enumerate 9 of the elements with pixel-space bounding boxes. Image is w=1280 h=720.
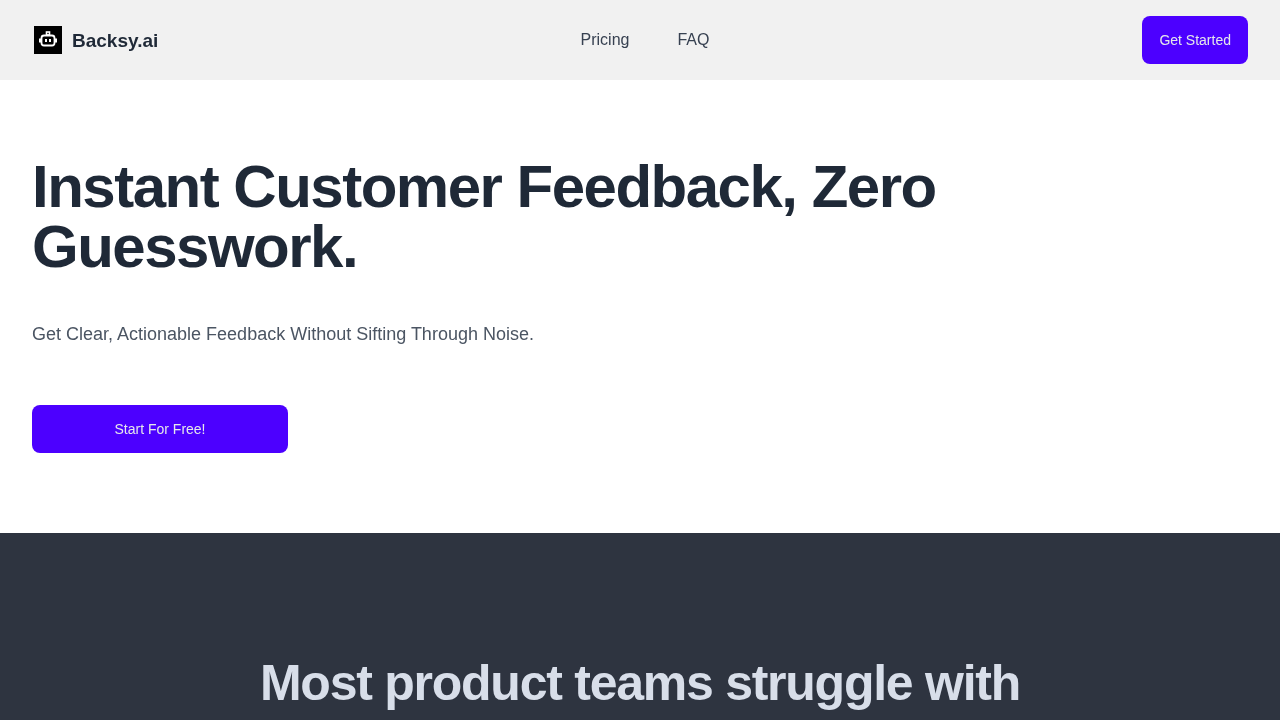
hero-subtitle: Get Clear, Actionable Feedback Without Sifting Through Noise. [32, 323, 535, 346]
section-heading: Most product teams struggle with [259, 657, 1021, 709]
start-for-free-button[interactable]: Start For Free! [32, 405, 288, 453]
nav-link[interactable]: Pricing [580, 28, 630, 52]
robot-logo-icon[interactable] [34, 26, 62, 54]
get-started-button[interactable]: Get Started [1142, 16, 1248, 64]
nav-link[interactable]: FAQ [677, 28, 710, 52]
hero-heading: Instant Customer Feedback, Zero Guesswork. [32, 157, 937, 277]
brand-name[interactable]: Backsy.ai [72, 30, 159, 50]
